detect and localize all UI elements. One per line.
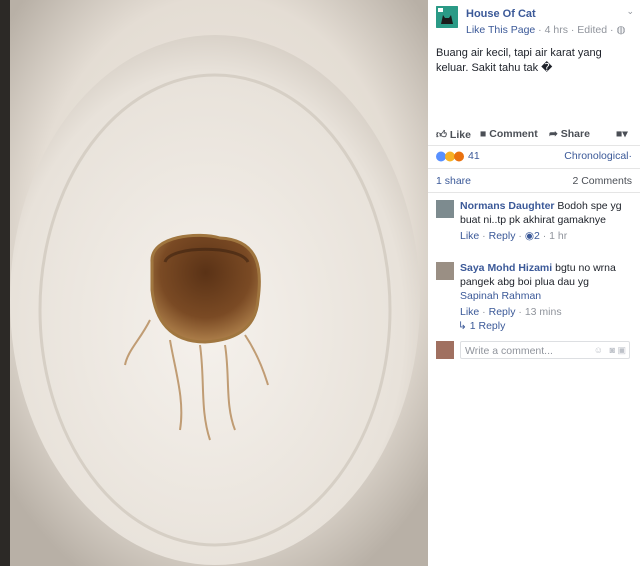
comment-input[interactable]: Write a comment... ☺ ◙ ▣ xyxy=(460,341,630,359)
comment-reaction-count[interactable]: ◉2 xyxy=(525,230,540,242)
sort-dot-icon: · xyxy=(628,150,633,162)
divider xyxy=(428,145,640,146)
toilet-bowl-image xyxy=(0,0,428,566)
chevron-down-icon[interactable]: ⌄ xyxy=(626,6,634,17)
comment-reply-link[interactable]: Reply xyxy=(489,230,516,242)
commenter-name[interactable]: Saya Mohd Hizami xyxy=(460,262,552,274)
reaction-count[interactable]: 41 xyxy=(468,150,480,162)
page-avatar[interactable] xyxy=(436,6,458,28)
camera-icon[interactable]: ◙ xyxy=(610,345,615,355)
divider xyxy=(428,192,640,193)
reactions-bar: 41 Chronological· xyxy=(436,150,632,164)
avatar[interactable] xyxy=(436,200,454,218)
reply-arrow-icon: ↳ xyxy=(458,320,467,332)
comment-time: 1 hr xyxy=(549,230,568,242)
like-haha-angry-icons xyxy=(436,151,464,162)
comment-meta: Like · Reply · ◉2 · 1 hr xyxy=(460,230,568,242)
comment-meta: Like · Reply · 13 mins xyxy=(460,306,562,318)
post-meta: Like This Page · 4 hrs · Edited · ◍ xyxy=(466,24,626,36)
emoji-icon[interactable]: ☺ xyxy=(594,345,603,355)
comment-time: 13 mins xyxy=(524,306,562,318)
post-time: · 4 hrs · Edited · xyxy=(535,24,617,36)
comment-reply-link[interactable]: Reply xyxy=(489,306,516,318)
post-panel: House Of Cat Like This Page · 4 hrs · Ed… xyxy=(428,0,640,566)
post-actions: 👍︎ Like ■ Comment ➦ Share ■▾ xyxy=(434,127,634,143)
thumbs-up-icon: 👍︎ xyxy=(436,129,447,141)
comment-count[interactable]: 2 Comments xyxy=(572,175,632,187)
commenter-name[interactable]: Normans Daughter xyxy=(460,200,555,212)
reaction-icons[interactable] xyxy=(436,151,466,165)
like-page-link[interactable]: Like This Page xyxy=(466,24,535,36)
share-arrow-icon: ➦ xyxy=(549,128,558,140)
divider xyxy=(428,168,640,169)
comment-like-link[interactable]: Like xyxy=(460,306,479,318)
post-text: Buang air kecil, tapi air karat yang kel… xyxy=(436,47,602,74)
comment-sort-dropdown[interactable]: Chronological· xyxy=(564,150,632,162)
comment-composer: Write a comment... ☺ ◙ ▣ xyxy=(436,341,632,361)
cat-logo-icon xyxy=(436,6,458,28)
post-photo[interactable] xyxy=(0,0,428,566)
mentioned-user[interactable]: Sapinah Rahman xyxy=(460,289,630,303)
avatar[interactable] xyxy=(436,262,454,280)
react-as-dropdown[interactable]: ■▾ xyxy=(616,128,628,140)
like-button[interactable]: 👍︎ Like xyxy=(436,128,471,141)
comment-like-link[interactable]: Like xyxy=(460,230,479,242)
view-replies-link[interactable]: ↳ 1 Reply xyxy=(458,320,505,332)
like-reaction-icon: ◉ xyxy=(524,230,534,242)
globe-icon: ◍ xyxy=(616,24,626,36)
comment-placeholder: Write a comment... xyxy=(465,345,553,357)
share-count[interactable]: 1 share xyxy=(436,175,471,187)
share-button[interactable]: ➦ Share xyxy=(549,128,590,140)
sticker-icon[interactable]: ▣ xyxy=(617,345,626,356)
avatar xyxy=(436,341,454,359)
dropdown-caret-icon: ▾ xyxy=(622,128,628,140)
post-header: House Of Cat Like This Page · 4 hrs · Ed… xyxy=(436,6,636,42)
comment-icon: ■ xyxy=(480,128,487,140)
page-name[interactable]: House Of Cat xyxy=(466,8,536,20)
comment-button[interactable]: ■ Comment xyxy=(480,128,538,140)
